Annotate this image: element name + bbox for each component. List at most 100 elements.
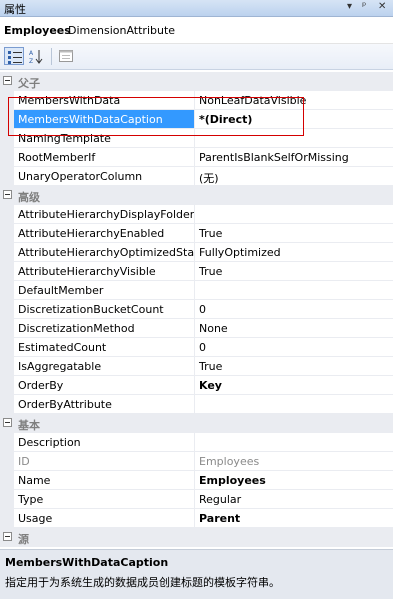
row-gutter — [0, 148, 14, 167]
property-value[interactable]: None — [195, 319, 393, 338]
property-name[interactable]: EstimatedCount — [14, 338, 195, 357]
property-row[interactable]: AttributeHierarchyOptimizedState FullyOpt… — [0, 243, 393, 262]
property-grid: 父子 MembersWithData NonLeafDataVisible Membe… — [0, 72, 393, 547]
property-name[interactable]: AttributeHierarchyVisible — [14, 262, 195, 281]
property-row[interactable]: DiscretizationMethod None — [0, 319, 393, 338]
row-gutter — [0, 338, 14, 357]
property-value[interactable]: NonLeafDataVisible — [195, 91, 393, 110]
property-value[interactable] — [195, 205, 393, 224]
property-row[interactable]: IsAggregatable True — [0, 357, 393, 376]
row-gutter — [0, 262, 14, 281]
property-name[interactable]: Description — [14, 433, 195, 452]
row-gutter — [0, 433, 14, 452]
property-value[interactable]: Key — [195, 376, 393, 395]
dropdown-arrow-icon[interactable]: ▾ — [347, 1, 352, 12]
property-name[interactable]: OrderByAttribute — [14, 395, 195, 414]
property-name[interactable]: DiscretizationMethod — [14, 319, 195, 338]
property-value[interactable] — [195, 129, 393, 148]
property-row[interactable]: RootMemberIf ParentIsBlankSelfOrMissing — [0, 148, 393, 167]
window-title: 属性 — [4, 3, 26, 16]
property-row[interactable]: AttributeHierarchyVisible True — [0, 262, 393, 281]
row-gutter — [0, 509, 14, 528]
property-row[interactable]: AttributeHierarchyEnabled True — [0, 224, 393, 243]
property-value[interactable]: (无) — [195, 167, 393, 186]
property-name[interactable]: RootMemberIf — [14, 148, 195, 167]
property-row[interactable]: DefaultMember — [0, 281, 393, 300]
svg-text:A: A — [29, 50, 34, 57]
description-pane: MembersWithDataCaption 指定用于为系统生成的数据成员创建标… — [0, 549, 393, 599]
property-row[interactable]: OrderBy Key — [0, 376, 393, 395]
property-value[interactable]: 0 — [195, 300, 393, 319]
property-row[interactable]: UnaryOperatorColumn (无) — [0, 167, 393, 186]
category-header[interactable]: 高级 — [0, 186, 393, 205]
collapse-icon[interactable] — [3, 532, 12, 541]
property-name[interactable]: AttributeHierarchyEnabled — [14, 224, 195, 243]
property-row[interactable]: AttributeHierarchyDisplayFolder — [0, 205, 393, 224]
toolbar-separator — [51, 48, 52, 65]
property-row[interactable]: MembersWithDataCaption *(Direct) — [0, 110, 393, 129]
property-name[interactable]: Name — [14, 471, 195, 490]
property-row[interactable]: OrderByAttribute — [0, 395, 393, 414]
property-row[interactable]: Name Employees — [0, 471, 393, 490]
object-type: DimensionAttribute — [68, 24, 176, 37]
property-name[interactable]: NamingTemplate — [14, 129, 195, 148]
property-value[interactable]: Employees — [195, 471, 393, 490]
property-name[interactable]: MembersWithDataCaption — [14, 110, 195, 129]
pin-icon[interactable]: ᵖ — [362, 1, 366, 12]
object-name: Employees — [4, 24, 71, 37]
property-value[interactable]: FullyOptimized — [195, 243, 393, 262]
property-name[interactable]: MembersWithData — [14, 91, 195, 110]
property-name[interactable]: DiscretizationBucketCount — [14, 300, 195, 319]
property-row[interactable]: EstimatedCount 0 — [0, 338, 393, 357]
property-name[interactable]: AttributeHierarchyOptimizedState — [14, 243, 195, 262]
property-name[interactable]: AttributeHierarchyDisplayFolder — [14, 205, 195, 224]
property-value[interactable] — [195, 281, 393, 300]
alphabetical-button[interactable]: A Z — [26, 47, 46, 65]
svg-text:Z: Z — [29, 58, 33, 64]
collapse-icon[interactable] — [3, 76, 12, 85]
property-value[interactable] — [195, 395, 393, 414]
row-gutter — [0, 490, 14, 509]
row-gutter — [0, 395, 14, 414]
property-value[interactable]: Regular — [195, 490, 393, 509]
property-value[interactable]: *(Direct) — [195, 110, 393, 129]
row-gutter — [0, 91, 14, 110]
property-row[interactable]: NamingTemplate — [0, 129, 393, 148]
property-value[interactable]: True — [195, 224, 393, 243]
property-value[interactable]: True — [195, 357, 393, 376]
property-pages-button[interactable] — [56, 47, 76, 65]
row-gutter — [0, 376, 14, 395]
property-value[interactable]: Employees — [195, 452, 393, 471]
property-name[interactable]: UnaryOperatorColumn — [14, 167, 195, 186]
row-gutter — [0, 281, 14, 300]
row-gutter — [0, 319, 14, 338]
property-row[interactable]: Usage Parent — [0, 509, 393, 528]
collapse-icon[interactable] — [3, 418, 12, 427]
property-name[interactable]: ID — [14, 452, 195, 471]
property-value[interactable]: 0 — [195, 338, 393, 357]
property-row[interactable]: ID Employees — [0, 452, 393, 471]
property-row[interactable]: Type Regular — [0, 490, 393, 509]
description-text: 指定用于为系统生成的数据成员创建标题的模板字符串。 — [5, 576, 280, 589]
categorized-button[interactable] — [4, 47, 24, 65]
category-header[interactable]: 源 — [0, 528, 393, 547]
property-row[interactable]: DiscretizationBucketCount 0 — [0, 300, 393, 319]
property-name[interactable]: Usage — [14, 509, 195, 528]
property-value[interactable]: Parent — [195, 509, 393, 528]
property-name[interactable]: DefaultMember — [14, 281, 195, 300]
row-gutter — [0, 300, 14, 319]
property-value[interactable] — [195, 433, 393, 452]
collapse-icon[interactable] — [3, 190, 12, 199]
close-icon[interactable]: ✕ — [378, 1, 386, 12]
property-row[interactable]: Description — [0, 433, 393, 452]
category-header[interactable]: 基本 — [0, 414, 393, 433]
property-value[interactable]: ParentIsBlankSelfOrMissing — [195, 148, 393, 167]
property-row[interactable]: MembersWithData NonLeafDataVisible — [0, 91, 393, 110]
property-name[interactable]: Type — [14, 490, 195, 509]
category-header[interactable]: 父子 — [0, 72, 393, 91]
property-toolbar: A Z — [0, 44, 393, 70]
property-name[interactable]: IsAggregatable — [14, 357, 195, 376]
property-value[interactable]: True — [195, 262, 393, 281]
property-name[interactable]: OrderBy — [14, 376, 195, 395]
object-selector[interactable]: Employees DimensionAttribute — [0, 17, 393, 44]
